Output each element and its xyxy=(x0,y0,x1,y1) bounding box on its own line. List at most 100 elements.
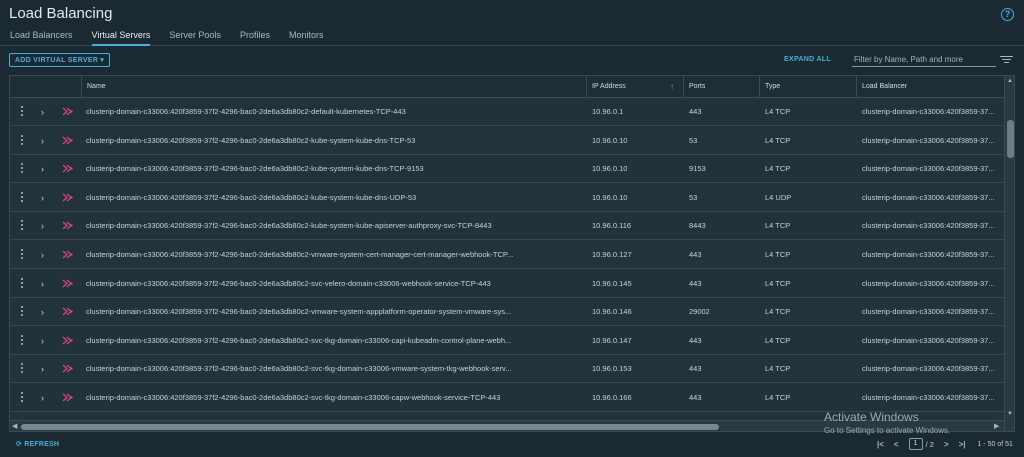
cell-name[interactable]: clusterip-domain-c33006:420f3859-37f2-42… xyxy=(86,355,581,383)
previous-page-icon[interactable]: < xyxy=(894,440,899,449)
current-page-input[interactable]: 1 xyxy=(908,438,923,450)
cell-load-balancer[interactable]: clusterip-domain-c33006:420f3859-37... xyxy=(862,327,1002,355)
cell-name[interactable]: clusterip-domain-c33006:420f3859-37f2-42… xyxy=(86,241,581,269)
expand-row-icon[interactable]: › xyxy=(41,163,44,175)
cell-ports: 443 xyxy=(689,335,702,345)
table-row[interactable]: › clusterip-domain-c33006:420f3859-37f2-4… xyxy=(10,98,1004,126)
cell-ip-address: 10.96.0.145 xyxy=(592,278,632,288)
row-actions-icon[interactable] xyxy=(19,306,25,318)
expand-row-icon[interactable]: › xyxy=(41,278,44,290)
tab-server-pools[interactable]: Server Pools xyxy=(169,30,221,46)
expand-row-icon[interactable]: › xyxy=(41,392,44,404)
first-page-icon[interactable]: |< xyxy=(877,440,884,449)
cell-load-balancer[interactable]: clusterip-domain-c33006:420f3859-37... xyxy=(862,212,1002,240)
expand-row-icon[interactable]: › xyxy=(41,335,44,347)
row-actions-icon[interactable] xyxy=(19,392,25,404)
cell-ports: 53 xyxy=(689,135,698,145)
table-row[interactable]: › clusterip-domain-c33006:420f3859-37f2-4… xyxy=(10,269,1004,298)
cell-load-balancer[interactable]: clusterip-domain-c33006:420f3859-37... xyxy=(862,98,1002,126)
table-row[interactable]: › clusterip-domain-c33006:420f3859-37f2-4… xyxy=(10,298,1004,327)
last-page-icon[interactable]: >| xyxy=(959,440,966,449)
add-virtual-server-button[interactable]: ADD VIRTUAL SERVER ▾ xyxy=(9,53,110,67)
cell-load-balancer[interactable]: clusterip-domain-c33006:420f3859-37... xyxy=(862,298,1002,326)
cell-load-balancer[interactable]: clusterip-domain-c33006:420f3859-37... xyxy=(862,241,1002,269)
add-virtual-server-label: ADD VIRTUAL SERVER xyxy=(14,56,99,64)
column-header-ip-address-label: IP Address xyxy=(592,83,626,90)
next-page-icon[interactable]: > xyxy=(944,440,949,449)
filter-icon[interactable] xyxy=(1000,56,1013,65)
row-actions-icon[interactable] xyxy=(19,220,25,232)
expand-row-icon[interactable]: › xyxy=(41,106,44,118)
table-row[interactable]: › clusterip-domain-c33006:420f3859-37f2-4… xyxy=(10,212,1004,241)
row-actions-icon[interactable] xyxy=(19,277,25,290)
cell-ports: 29002 xyxy=(689,307,710,317)
cell-name[interactable]: clusterip-domain-c33006:420f3859-37f2-42… xyxy=(86,298,581,326)
cell-load-balancer[interactable]: clusterip-domain-c33006:420f3859-37... xyxy=(862,184,1002,212)
vertical-scrollbar-thumb[interactable] xyxy=(1007,120,1014,158)
row-actions-icon[interactable] xyxy=(19,191,25,204)
cell-name[interactable]: clusterip-domain-c33006:420f3859-37f2-42… xyxy=(86,270,581,298)
row-actions-icon[interactable] xyxy=(19,134,25,147)
virtual-server-icon xyxy=(62,221,73,230)
cell-load-balancer[interactable]: clusterip-domain-c33006:420f3859-37... xyxy=(862,355,1002,383)
expand-row-icon[interactable]: › xyxy=(41,363,44,375)
expand-row-icon[interactable]: › xyxy=(41,249,44,261)
table-row[interactable]: › clusterip-domain-c33006:420f3859-37f2-4… xyxy=(10,126,1004,155)
cell-name[interactable]: clusterip-domain-c33006:420f3859-37f2-42… xyxy=(86,212,581,240)
cell-name[interactable]: clusterip-domain-c33006:420f3859-37f2-42… xyxy=(86,327,581,355)
scroll-down-icon[interactable]: ▼ xyxy=(1007,411,1013,417)
cell-load-balancer[interactable]: clusterip-domain-c33006:420f3859-37... xyxy=(862,384,1002,412)
table-row[interactable]: › clusterip-domain-c33006:420f3859-37f2-4… xyxy=(10,155,1004,184)
help-icon[interactable]: ? xyxy=(1001,8,1014,21)
refresh-button[interactable]: ⟳ REFRESH xyxy=(16,440,59,448)
column-header-load-balancer[interactable]: Load Balancer xyxy=(856,76,1004,98)
cell-name[interactable]: clusterip-domain-c33006:420f3859-37f2-42… xyxy=(86,127,581,155)
tab-virtual-servers[interactable]: Virtual Servers xyxy=(91,30,151,46)
horizontal-scrollbar-thumb[interactable] xyxy=(21,424,719,430)
cell-load-balancer[interactable]: clusterip-domain-c33006:420f3859-37... xyxy=(862,127,1002,155)
scroll-up-icon[interactable]: ▲ xyxy=(1007,78,1013,84)
cell-type: L4 TCP xyxy=(765,135,791,145)
scroll-left-icon[interactable]: ◀ xyxy=(12,421,17,431)
tab-load-balancers[interactable]: Load Balancers xyxy=(10,30,73,46)
table-row[interactable]: › clusterip-domain-c33006:420f3859-37f2-4… xyxy=(10,183,1004,212)
expand-all-button[interactable]: EXPAND ALL xyxy=(784,56,831,63)
column-header-ports[interactable]: Ports xyxy=(683,76,759,98)
tab-profiles[interactable]: Profiles xyxy=(240,30,270,46)
cell-load-balancer[interactable]: clusterip-domain-c33006:420f3859-37... xyxy=(862,270,1002,298)
tab-monitors[interactable]: Monitors xyxy=(289,30,324,46)
expand-row-icon[interactable]: › xyxy=(41,135,44,147)
table-row[interactable]: › clusterip-domain-c33006:420f3859-37f2-4… xyxy=(10,384,1004,412)
cell-type: L4 TCP xyxy=(765,278,791,288)
column-header-ip-address[interactable]: IP Address ↑ xyxy=(586,76,683,98)
scroll-right-icon[interactable]: ▶ xyxy=(994,421,999,431)
cell-ip-address: 10.96.0.166 xyxy=(592,393,632,402)
row-actions-icon[interactable] xyxy=(19,363,25,375)
virtual-server-icon xyxy=(62,193,73,202)
expand-row-icon[interactable]: › xyxy=(41,220,44,232)
cell-name[interactable]: clusterip-domain-c33006:420f3859-37f2-42… xyxy=(86,384,581,412)
cell-ports: 443 xyxy=(689,107,702,116)
table-row[interactable]: › clusterip-domain-c33006:420f3859-37f2-4… xyxy=(10,241,1004,269)
filter-input[interactable] xyxy=(852,53,996,67)
cell-ports: 9153 xyxy=(689,164,706,174)
cell-name[interactable]: clusterip-domain-c33006:420f3859-37f2-42… xyxy=(86,155,581,183)
grid-header: Name IP Address ↑ Ports Type Load Balanc… xyxy=(10,76,1004,98)
expand-row-icon[interactable]: › xyxy=(41,192,44,204)
cell-name[interactable]: clusterip-domain-c33006:420f3859-37f2-42… xyxy=(86,98,581,126)
pagination-range: 1 - 50 of 51 xyxy=(977,440,1013,448)
virtual-server-icon xyxy=(62,393,73,402)
cell-name[interactable]: clusterip-domain-c33006:420f3859-37f2-42… xyxy=(86,184,581,212)
expand-row-icon[interactable]: › xyxy=(41,306,44,318)
row-actions-icon[interactable] xyxy=(19,163,25,175)
table-row[interactable]: › clusterip-domain-c33006:420f3859-37f2-4… xyxy=(10,326,1004,355)
vertical-scrollbar[interactable]: ▲ ▼ xyxy=(1004,76,1014,431)
row-actions-icon[interactable] xyxy=(19,249,25,261)
row-actions-icon[interactable] xyxy=(19,334,25,347)
column-header-type[interactable]: Type xyxy=(759,76,856,98)
column-header-name[interactable]: Name xyxy=(81,76,586,98)
cell-load-balancer[interactable]: clusterip-domain-c33006:420f3859-37... xyxy=(862,155,1002,183)
sort-ascending-icon[interactable]: ↑ xyxy=(670,76,674,98)
table-row[interactable]: › clusterip-domain-c33006:420f3859-37f2-4… xyxy=(10,355,1004,384)
row-actions-icon[interactable] xyxy=(19,106,25,118)
